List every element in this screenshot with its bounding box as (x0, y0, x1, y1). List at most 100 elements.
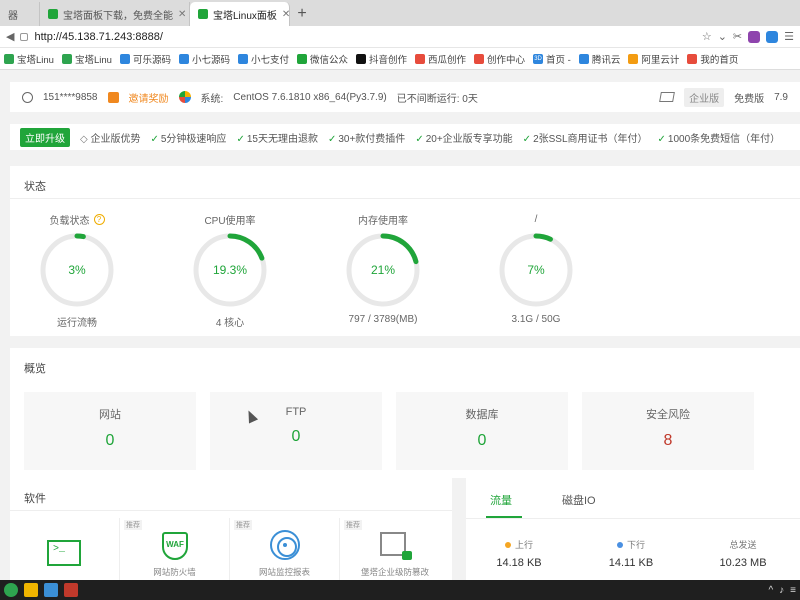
user-info-bar: 151****9858 邀请奖励 系统: CentOS 7.6.1810 x86… (10, 82, 800, 112)
chevron-down-icon[interactable]: ⌄ (718, 30, 727, 43)
back-icon[interactable]: ◀ (6, 30, 14, 43)
bookmark-icon (4, 53, 14, 64)
software-name: 网站防火墙 (153, 567, 196, 577)
bookmark[interactable]: 可乐源码 (119, 52, 171, 66)
radar-icon (270, 530, 300, 560)
enterprise-edition-badge[interactable]: 企业版 (684, 87, 725, 107)
bookmark[interactable]: 小七支付 (237, 52, 289, 66)
scissors-icon[interactable]: ✂ (733, 30, 742, 43)
total-sent-value: 10.23 MB (719, 557, 767, 569)
load-gauge[interactable]: 负载状态? 3% 运行流畅 (22, 212, 132, 329)
menu-icon[interactable]: ☰ (784, 30, 794, 43)
browser-tab-bar: 器 宝塔面板下载，免费全能 ✕ 宝塔Linux面板 ✕ + (0, 0, 800, 26)
bookmark-icon (61, 53, 72, 64)
bookmark-icon: 3D (533, 53, 544, 64)
browser-icon[interactable] (44, 583, 58, 597)
bookmark-icon (356, 53, 366, 64)
divider (10, 510, 452, 511)
overview-websites[interactable]: 网站 0 (24, 392, 196, 470)
new-tab-button[interactable]: + (290, 2, 314, 26)
gauge-ring: 19.3% (193, 233, 267, 307)
overview-value[interactable]: 8 (582, 432, 754, 450)
upload-stat: 上行 14.18 KB (474, 538, 564, 569)
bookmark[interactable]: 西瓜创作 (415, 52, 466, 66)
gauge-value: 21% (371, 263, 395, 277)
help-icon[interactable]: ? (93, 213, 105, 225)
overview-security-risk[interactable]: 安全风险 8 (582, 392, 754, 470)
browser-tab[interactable]: 器 (0, 2, 40, 26)
tab-disk-io[interactable]: 磁盘IO (562, 492, 596, 508)
overview-databases[interactable]: 数据库 0 (396, 392, 568, 470)
recommend-tag: 推荐 (234, 520, 252, 530)
bookmark[interactable]: 微信公众 (296, 52, 348, 66)
os-taskbar: ^ ♪ ≡ (0, 580, 800, 600)
cpu-gauge[interactable]: CPU使用率 19.3% 4 核心 (175, 212, 285, 329)
bookmark[interactable]: 腾讯云 (578, 52, 620, 66)
invite-reward-link[interactable]: 邀请奖励 (129, 90, 169, 105)
disk-gauge[interactable]: / 7% 3.1G / 50G (481, 212, 591, 325)
bookmark[interactable]: 抖音创作 (356, 52, 407, 66)
url-field[interactable]: http://45.138.71.243:8888/ (34, 31, 162, 43)
version-number[interactable]: 7.9 (774, 92, 788, 103)
total-sent-stat: 总发送 10.23 MB (698, 538, 788, 569)
bookmark[interactable]: 宝塔Linu (61, 52, 112, 66)
promo-bar: 立即升级 ◇ 企业版优势 ✓ 5分钟极速响应 ✓ 15天无理由退款 ✓ 30+款付费插… (10, 124, 800, 150)
system-label: 系统: (200, 93, 224, 105)
bookmark-icon (119, 53, 130, 64)
bookmark[interactable]: 宝塔Linu (4, 52, 54, 66)
tab-label: 宝塔面板下载，免费全能 (63, 10, 173, 22)
bookmark[interactable]: 小七源码 (178, 52, 230, 66)
bookmark[interactable]: 创作中心 (474, 52, 525, 66)
overview-value[interactable]: 0 (396, 432, 568, 450)
software-title: 软件 (24, 493, 46, 505)
bookmark-icon (415, 53, 426, 64)
bookmarks-bar: 宝塔Linu 宝塔Linu 可乐源码 小七源码 小七支付 微信公众 抖音创作 西… (0, 48, 800, 70)
close-icon[interactable]: ✕ (178, 9, 186, 20)
bookmark[interactable]: 3D 首页 - (533, 52, 571, 66)
upgrade-now-button[interactable]: 立即升级 (20, 127, 70, 147)
gauge-ring: 3% (40, 233, 114, 307)
feature-item: ✓ 5分钟极速响应 (150, 133, 227, 145)
tab-label: 器 (8, 10, 18, 22)
advantage-item: ◇ 企业版优势 (80, 133, 141, 145)
tray-arrow-icon[interactable]: ^ (768, 585, 773, 596)
feature-item: ✓ 2张SSL商用证书（年付） (522, 133, 648, 145)
overview-value[interactable]: 0 (210, 428, 382, 446)
software-item-terminal[interactable] (10, 518, 120, 580)
app-icon[interactable] (64, 583, 78, 597)
bookmark[interactable]: 我的首页 (687, 52, 738, 66)
extension-icon[interactable] (766, 30, 779, 43)
gem-icon: ◇ (80, 133, 88, 145)
user-phone[interactable]: 151****9858 (43, 92, 98, 103)
gauge-value: 7% (527, 263, 545, 277)
bookmark-icon (296, 53, 307, 64)
overview-value[interactable]: 0 (24, 432, 196, 450)
software-item-monitor[interactable]: 推荐 网站监控报表 (230, 518, 340, 580)
memory-gauge[interactable]: 内存使用率 21% 797 / 3789(MB) (328, 212, 438, 325)
download-dot-icon (616, 541, 623, 548)
tab-traffic[interactable]: 流量 (490, 492, 512, 508)
browser-tab-active[interactable]: 宝塔Linux面板 ✕ (190, 2, 290, 26)
download-stat: 下行 14.11 KB (586, 538, 676, 569)
folder-icon[interactable] (24, 583, 38, 597)
software-item-waf[interactable]: 推荐 WAF 网站防火墙 (120, 518, 230, 580)
check-icon: ✓ (150, 133, 159, 145)
gauge-subtext: 4 核心 (215, 318, 245, 329)
gauge-value: 19.3% (213, 263, 247, 277)
gauge-label: / (534, 213, 538, 225)
overview-ftp[interactable]: FTP 0 (210, 392, 382, 470)
software-item-tamperproof[interactable]: 推荐 堡塔企业级防篡改 (340, 518, 450, 580)
gift-icon (107, 91, 119, 103)
close-icon[interactable]: ✕ (282, 9, 289, 20)
extension-icon[interactable] (748, 30, 761, 43)
bookmark[interactable]: 阿里云计 (628, 52, 679, 66)
browser-tab[interactable]: 宝塔面板下载，免费全能 ✕ (40, 2, 190, 26)
check-icon: ✓ (415, 133, 424, 145)
recommend-tag: 推荐 (124, 520, 142, 530)
gauge-subtext: 3.1G / 50G (511, 314, 561, 325)
star-icon[interactable]: ☆ (702, 30, 712, 43)
free-version-label: 免费版 (734, 93, 765, 105)
volume-icon[interactable]: ♪ (779, 585, 784, 596)
network-icon[interactable]: ≡ (790, 585, 796, 596)
start-icon[interactable] (4, 583, 18, 597)
